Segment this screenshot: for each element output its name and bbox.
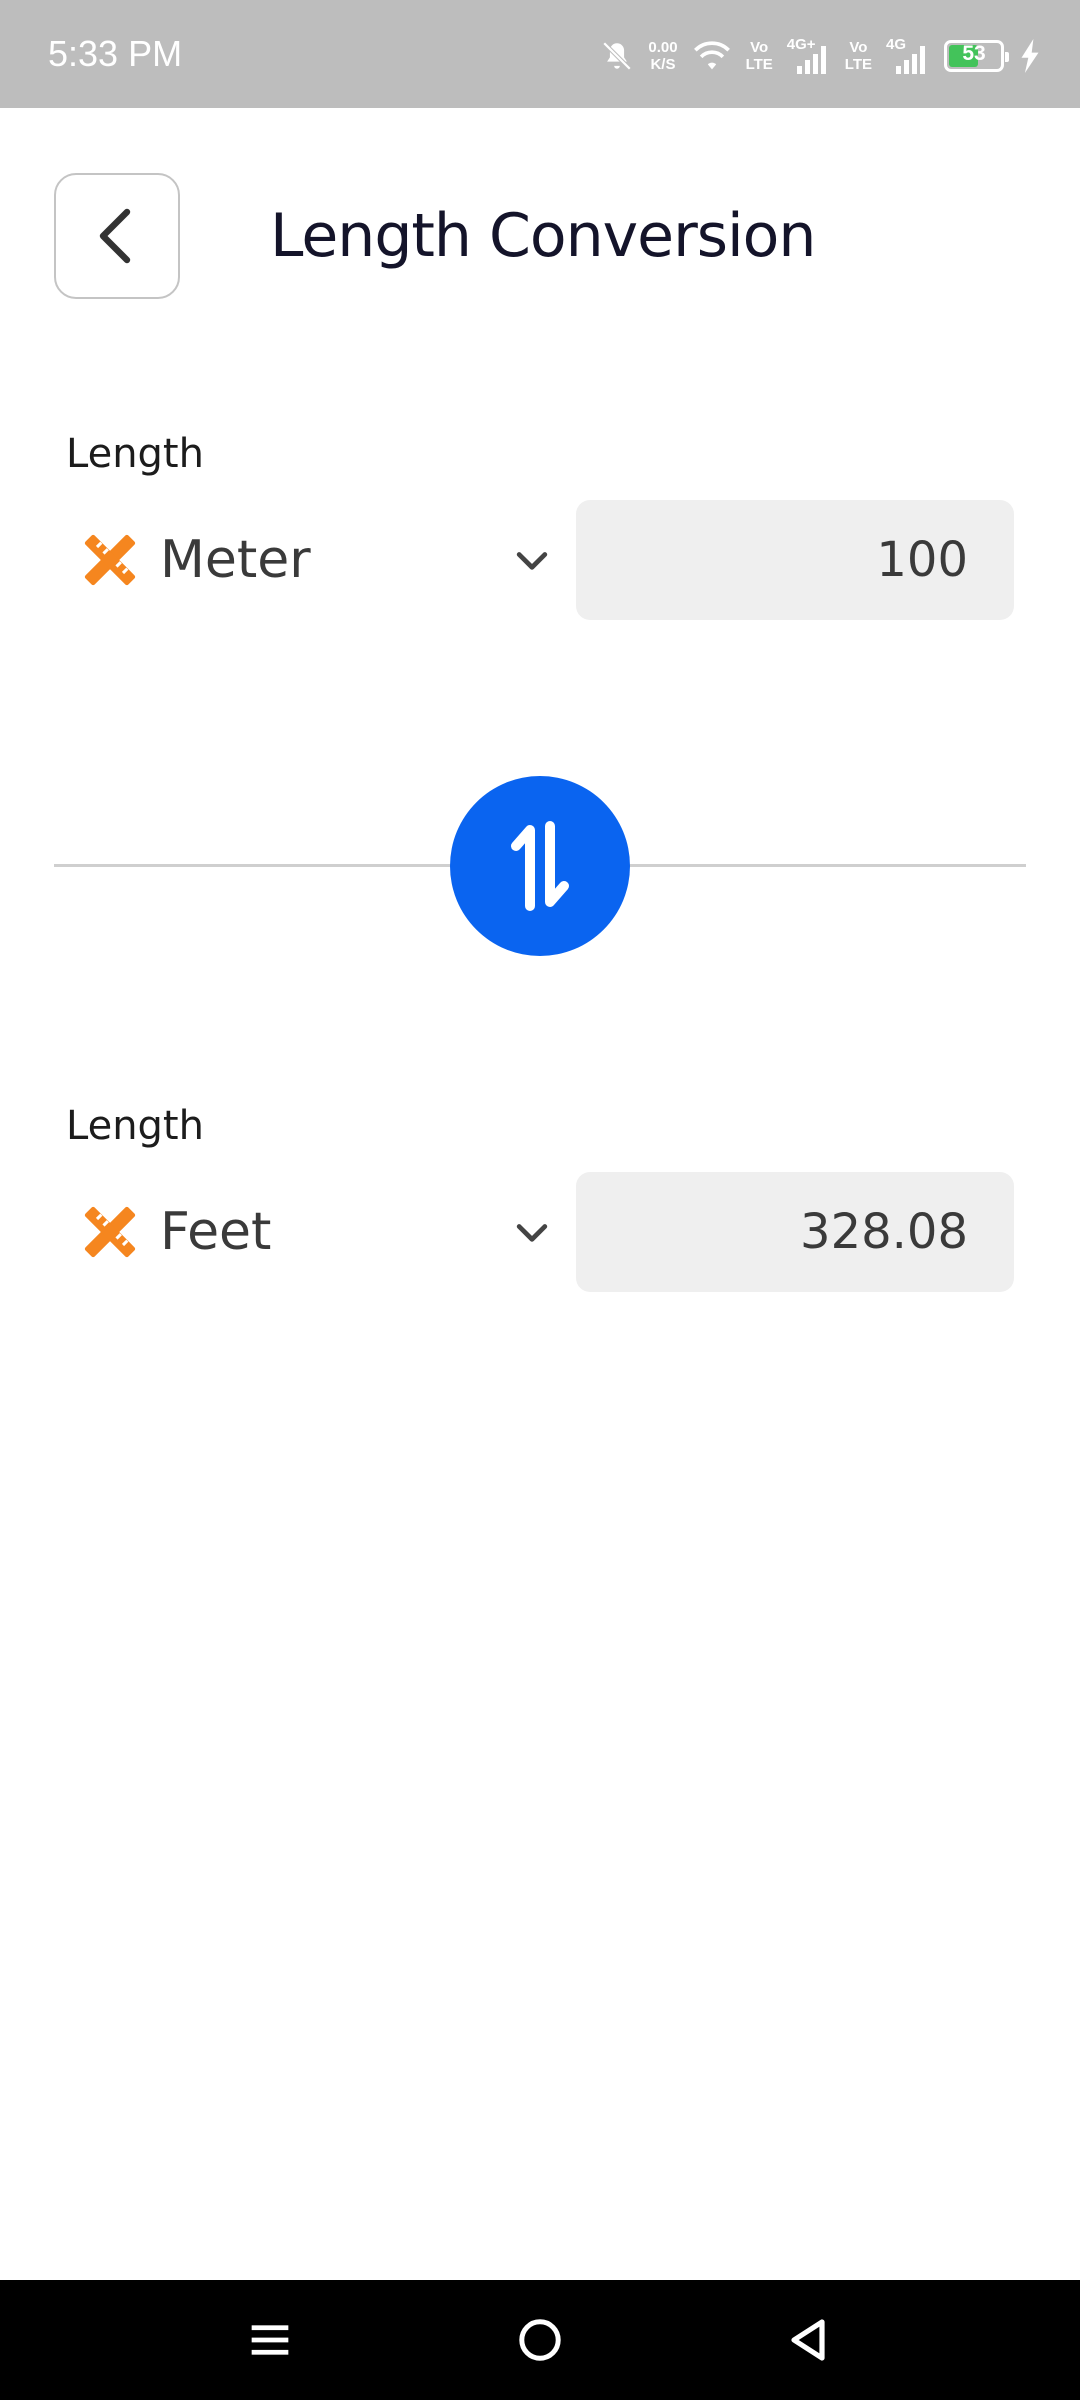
navigation-bar xyxy=(0,2280,1080,2400)
from-unit-name: Meter xyxy=(160,530,311,590)
sim1-signal: 4G+ xyxy=(787,36,831,76)
net-speed-value: 0.00 xyxy=(648,39,678,56)
ruler-pencil-icon xyxy=(84,1206,136,1258)
sim2-signal: 4G xyxy=(886,36,930,76)
back-nav-button[interactable] xyxy=(768,2300,848,2380)
page-title: Length Conversion xyxy=(270,201,816,271)
menu-icon xyxy=(251,2325,289,2355)
status-time: 5:33 PM xyxy=(48,33,183,74)
chevron-down-icon xyxy=(516,552,548,570)
mute-bell-icon xyxy=(600,39,634,73)
status-bar: 5:33 PM 0.00 K/S Vo LTE 4G+ Vo LTE 4G 53 xyxy=(0,0,1080,108)
recent-apps-button[interactable] xyxy=(230,2300,310,2380)
to-value-output[interactable]: 328.08 xyxy=(576,1172,1014,1292)
net-speed: 0.00 K/S xyxy=(648,39,677,73)
wifi-icon xyxy=(692,39,732,73)
status-icons: 0.00 K/S Vo LTE 4G+ Vo LTE 4G 53 xyxy=(600,32,1042,80)
net-speed-unit: K/S xyxy=(650,56,676,73)
home-button[interactable] xyxy=(500,2300,580,2380)
chevron-left-icon xyxy=(99,208,131,264)
sim1-volte-tag: Vo LTE xyxy=(745,39,773,73)
swap-vertical-arrows-icon xyxy=(511,821,569,911)
chevron-down-icon xyxy=(516,1224,548,1242)
sim2-volte-tag: Vo LTE xyxy=(844,39,872,73)
ruler-pencil-icon xyxy=(84,534,136,586)
back-triangle-icon xyxy=(791,2319,825,2361)
from-value-input[interactable]: 100 xyxy=(576,500,1014,620)
signal-icon xyxy=(896,46,925,74)
battery-level: 53 xyxy=(962,42,986,65)
home-circle-icon xyxy=(519,2319,561,2361)
from-section-label: Length xyxy=(66,431,204,477)
from-unit-select[interactable]: Meter xyxy=(84,510,554,610)
to-unit-name: Feet xyxy=(160,1202,272,1262)
to-unit-select[interactable]: Feet xyxy=(84,1182,554,1282)
signal-icon xyxy=(796,46,826,74)
back-button[interactable] xyxy=(54,173,180,299)
charging-bolt-icon xyxy=(1018,39,1042,73)
swap-button[interactable] xyxy=(450,776,630,956)
battery-icon: 53 xyxy=(944,40,1009,72)
to-section-label: Length xyxy=(66,1103,204,1149)
